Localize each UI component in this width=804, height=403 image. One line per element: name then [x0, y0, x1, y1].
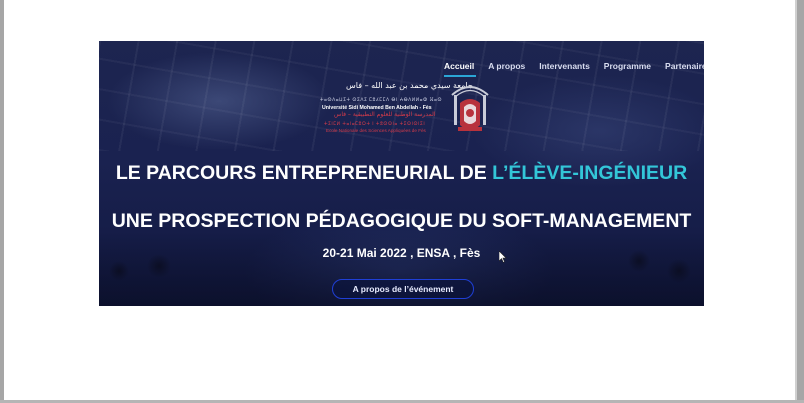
hero-title-accent: L’ÉLÈVE-INGÉNIEUR	[492, 162, 688, 184]
window-frame-left	[0, 0, 4, 403]
mouse-pointer-icon	[499, 251, 507, 263]
nav-item-intervenants[interactable]: Intervenants	[539, 61, 590, 71]
nav-item-programme[interactable]: Programme	[604, 61, 651, 71]
hero-title-prefix: LE PARCOURS ENTREPRENEURIAL DE	[115, 162, 493, 184]
top-navigation: Accueil A propos Intervenants Programme …	[444, 61, 704, 71]
nav-item-a-propos[interactable]: A propos	[488, 61, 525, 71]
nav-active-indicator	[444, 75, 476, 77]
event-date-location: 20-21 Mai 2022 , ENSA , Fès	[322, 246, 481, 260]
university-logo: جامعة سيدي محمد بن عبد الله – فاس ⵜⴰⵙⴷⴰⵡ…	[314, 81, 494, 143]
logo-school-arabic: المدرسة الوطنية للعلوم التطبيقية – فاس	[334, 111, 436, 118]
hero-title-line2: UNE PROSPECTION PÉDAGOGIQUE DU SOFT-MANA…	[111, 210, 692, 232]
nav-item-partenaires[interactable]: Partenaires	[665, 61, 704, 71]
window-frame-right	[797, 0, 804, 403]
logo-school-french: Ecole Nationale des Sciences Appliquées …	[326, 128, 426, 133]
logo-amazigh-name: ⵜⴰⵙⴷⴰⵡⵉⵜ ⵙⵉⴷⵉ ⵎⵓⵃⵎⵎⴷ ⴱⵏ ⵄⴱⴷⵍⵍⴰⵀ ⴼⴰⵙ	[320, 97, 443, 102]
hero-banner: Accueil A propos Intervenants Programme …	[99, 41, 704, 306]
about-event-button[interactable]: A propos de l’événement	[332, 279, 474, 299]
logo-school-amazigh: ⵜⵉⵏⵎⵍ ⵜⴰⵏⴰⵎⵓⵔⵜ ⵏ ⵜⵓⵙⵙⵏⴰ ⵜⵉⵙⵏⵙⵏⵉⵏ	[324, 121, 426, 126]
university-crest-icon	[451, 86, 489, 131]
nav-item-accueil[interactable]: Accueil	[444, 61, 474, 71]
hero-title-line1: LE PARCOURS ENTREPRENEURIAL DE L’ÉLÈVE-I…	[99, 162, 704, 185]
